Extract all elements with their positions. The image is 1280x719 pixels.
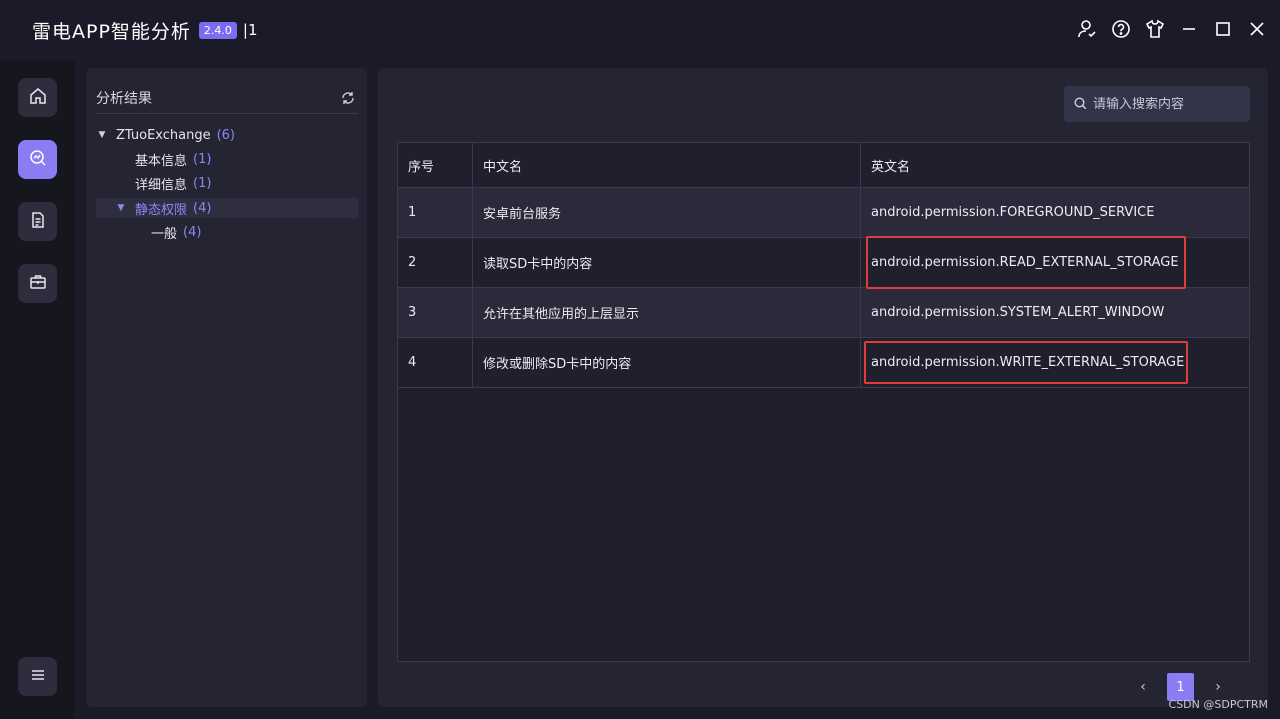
help-icon[interactable] — [1108, 16, 1134, 42]
cell-chinese-name: 安卓前台服务 — [473, 188, 861, 237]
analysis-icon — [29, 149, 47, 171]
caret-down-icon[interactable]: ▼ — [115, 203, 127, 213]
nav-menu-button[interactable] — [18, 657, 57, 696]
tree-node-label: 基本信息 — [135, 153, 188, 169]
cell-english-name: android.permission.SYSTEM_ALERT_WINDOW — [871, 305, 1165, 320]
theme-shirt-icon[interactable] — [1142, 16, 1168, 42]
tree-node-static-permissions[interactable]: ▼ 静态权限 (4) — [96, 198, 358, 218]
cell-english-name: android.permission.WRITE_EXTERNAL_STORAG… — [871, 355, 1185, 370]
nav-home-button[interactable] — [18, 78, 57, 117]
user-check-icon[interactable] — [1074, 16, 1100, 42]
permissions-table: 序号 中文名 英文名 1 安卓前台服务 android.permission.F… — [397, 142, 1250, 662]
nav-analysis-button[interactable] — [18, 140, 57, 179]
main-panel: 序号 中文名 英文名 1 安卓前台服务 android.permission.F… — [378, 68, 1268, 707]
version-badge: 2.4.0 — [198, 21, 237, 39]
left-nav — [0, 60, 75, 719]
cell-index: 1 — [398, 188, 473, 237]
tree-node-general[interactable]: 一般 (4) — [96, 222, 358, 242]
search-icon — [1074, 95, 1087, 114]
tree-root-node[interactable]: ▼ ZTuoExchange (6) — [96, 125, 358, 145]
cell-chinese-name: 读取SD卡中的内容 — [473, 238, 861, 287]
tree-node-label: ZTuoExchange — [116, 127, 211, 143]
table-row[interactable]: 2 读取SD卡中的内容 android.permission.READ_EXTE… — [398, 238, 1249, 288]
next-page-icon[interactable]: › — [1208, 673, 1228, 701]
nav-toolbox-button[interactable] — [18, 264, 57, 303]
refresh-icon[interactable] — [340, 90, 356, 106]
caret-down-icon[interactable]: ▼ — [96, 130, 108, 140]
prev-page-icon[interactable]: ‹ — [1133, 673, 1153, 701]
cell-english-name: android.permission.READ_EXTERNAL_STORAGE — [871, 255, 1179, 270]
cell-index: 3 — [398, 288, 473, 337]
page-number-button[interactable]: 1 — [1167, 673, 1194, 701]
tree-title: 分析结果 — [96, 90, 152, 107]
table-row[interactable]: 1 安卓前台服务 android.permission.FOREGROUND_S… — [398, 188, 1249, 238]
analysis-tree-panel: 分析结果 ▼ ZTuoExchange (6) 基本信息 (1) 详细信息 (1… — [86, 68, 367, 707]
maximize-icon[interactable] — [1210, 16, 1236, 42]
tree-node-basic-info[interactable]: 基本信息 (1) — [96, 149, 358, 169]
table-row[interactable]: 3 允许在其他应用的上层显示 android.permission.SYSTEM… — [398, 288, 1249, 338]
pagination: ‹ 1 › — [1133, 673, 1228, 701]
title-extra: |1 — [242, 21, 258, 39]
tree-node-label: 详细信息 — [135, 177, 188, 193]
tree-node-count: (4) — [183, 224, 202, 240]
tree-node-label: 静态权限 — [135, 202, 188, 218]
watermark: CSDN @SDPCTRM — [1168, 698, 1268, 711]
cell-chinese-name: 允许在其他应用的上层显示 — [473, 288, 861, 337]
menu-icon — [30, 667, 46, 687]
toolbox-icon — [29, 273, 47, 295]
tree-node-count: (4) — [193, 200, 212, 216]
app-title: 雷电APP智能分析 — [32, 20, 191, 43]
home-icon — [29, 87, 47, 109]
tree-node-detail-info[interactable]: 详细信息 (1) — [96, 173, 358, 193]
document-icon — [29, 211, 47, 233]
cell-index: 4 — [398, 338, 473, 387]
minimize-icon[interactable] — [1176, 16, 1202, 42]
column-header[interactable]: 中文名 — [473, 143, 861, 187]
title-bar: 雷电APP智能分析 2.4.0 |1 — [0, 0, 1280, 60]
tree-node-label: 一般 — [151, 226, 178, 242]
tree-node-count: (6) — [216, 127, 236, 143]
cell-index: 2 — [398, 238, 473, 287]
search-input[interactable] — [1093, 96, 1243, 112]
tree-header: 分析结果 — [96, 82, 358, 114]
tree-node-count: (1) — [193, 151, 212, 167]
column-header[interactable]: 英文名 — [861, 143, 1249, 187]
window-controls — [1074, 16, 1270, 42]
cell-english-name: android.permission.FOREGROUND_SERVICE — [871, 205, 1155, 220]
nav-document-button[interactable] — [18, 202, 57, 241]
column-header[interactable]: 序号 — [398, 143, 473, 187]
search-box[interactable] — [1064, 86, 1250, 122]
table-header-row: 序号 中文名 英文名 — [398, 143, 1249, 188]
cell-chinese-name: 修改或删除SD卡中的内容 — [473, 338, 861, 387]
close-icon[interactable] — [1244, 16, 1270, 42]
table-row[interactable]: 4 修改或删除SD卡中的内容 android.permission.WRITE_… — [398, 338, 1249, 388]
tree-node-count: (1) — [193, 175, 212, 191]
